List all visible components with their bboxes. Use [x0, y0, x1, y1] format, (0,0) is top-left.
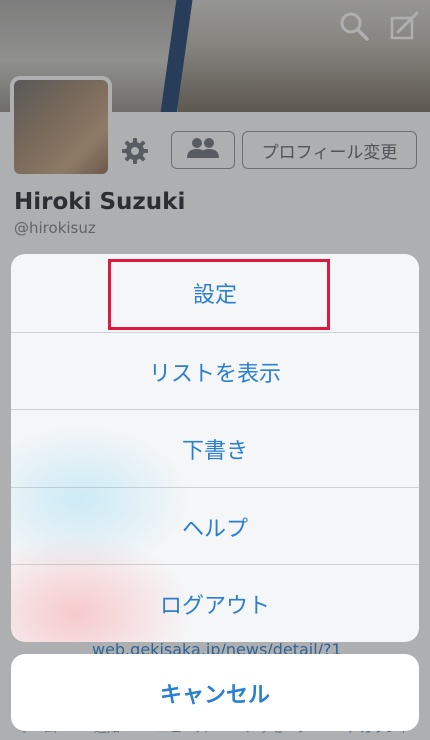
action-sheet: 設定 リストを表示 下書き ヘルプ ログアウト — [11, 254, 419, 642]
action-drafts[interactable]: 下書き — [11, 409, 419, 487]
action-help[interactable]: ヘルプ — [11, 487, 419, 565]
settings-highlight-box — [108, 259, 330, 330]
action-logout[interactable]: ログアウト — [11, 564, 419, 642]
cancel-button[interactable]: キャンセル — [11, 654, 419, 731]
action-view-lists[interactable]: リストを表示 — [11, 332, 419, 410]
